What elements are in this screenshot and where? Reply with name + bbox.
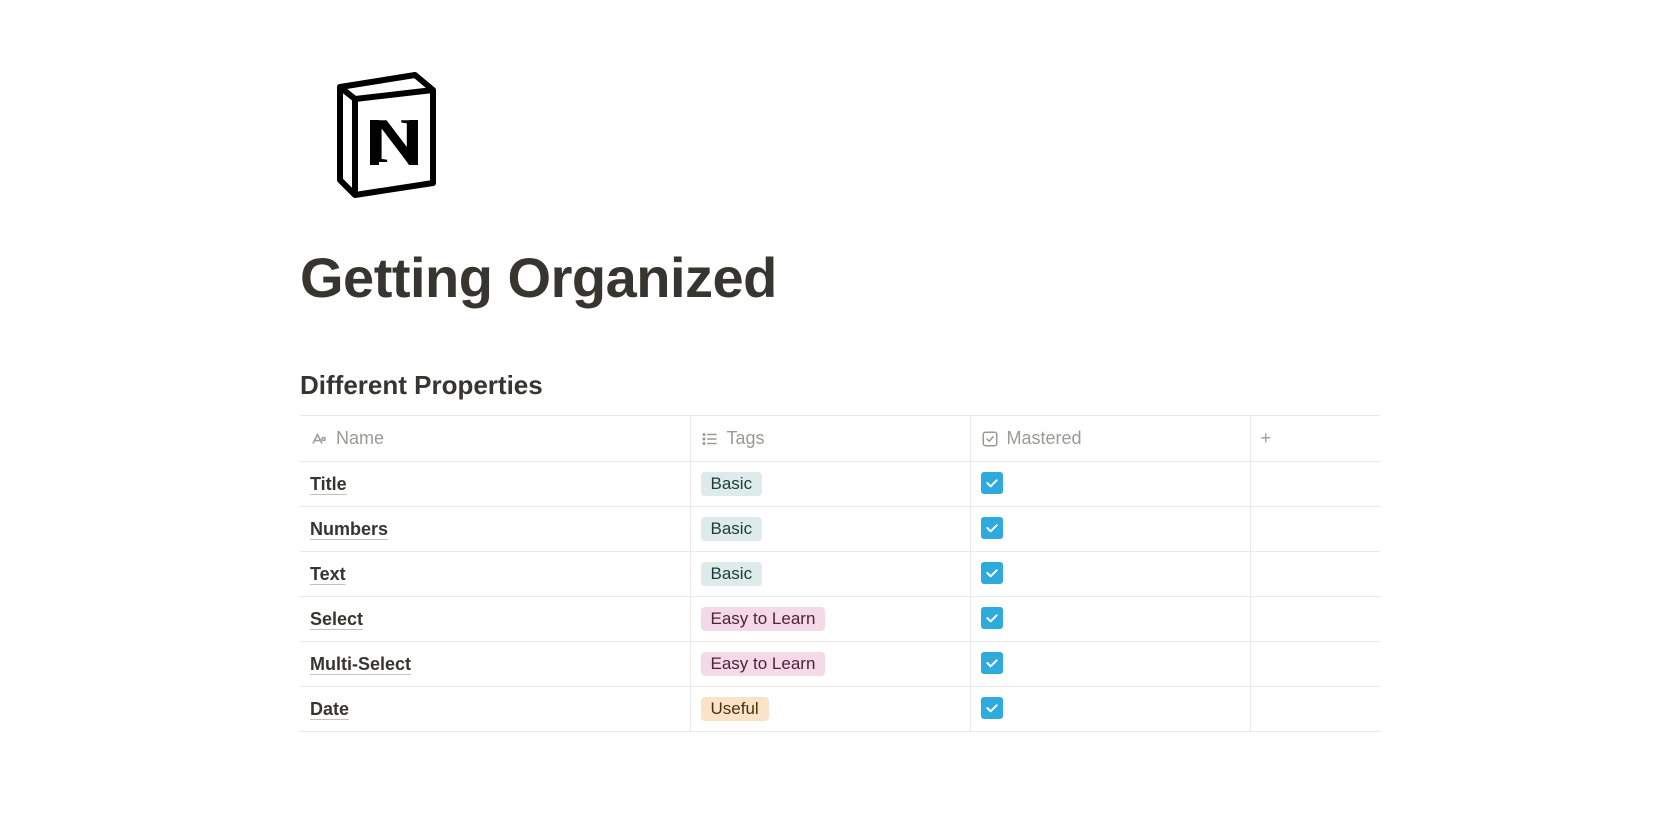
cell-name[interactable]: Text	[300, 552, 690, 597]
table-row: Numbers Basic	[300, 507, 1380, 552]
cell-tags[interactable]: Easy to Learn	[690, 642, 970, 687]
cell-name[interactable]: Title	[300, 462, 690, 507]
tag[interactable]: Basic	[701, 517, 763, 541]
cell-tags[interactable]: Useful	[690, 687, 970, 732]
cell-mastered[interactable]	[970, 597, 1250, 642]
table-header-row: Name Tags Mast	[300, 416, 1380, 462]
checkbox-checked[interactable]	[981, 607, 1003, 629]
cell-empty	[1250, 462, 1380, 507]
cell-mastered[interactable]	[970, 687, 1250, 732]
cell-mastered[interactable]	[970, 507, 1250, 552]
cell-mastered[interactable]	[970, 642, 1250, 687]
column-label: Name	[336, 428, 384, 449]
cell-tags[interactable]: Easy to Learn	[690, 597, 970, 642]
row-title[interactable]: Text	[310, 564, 346, 584]
table-row: Date Useful	[300, 687, 1380, 732]
cell-tags[interactable]: Basic	[690, 507, 970, 552]
checkbox-checked[interactable]	[981, 562, 1003, 584]
checkbox-checked[interactable]	[981, 652, 1003, 674]
database-table: Name Tags Mast	[300, 415, 1380, 732]
plus-icon: +	[1261, 428, 1272, 448]
title-icon	[310, 430, 328, 448]
cell-empty	[1250, 642, 1380, 687]
cell-empty	[1250, 687, 1380, 732]
cell-mastered[interactable]	[970, 462, 1250, 507]
column-header-name[interactable]: Name	[300, 416, 690, 462]
cell-name[interactable]: Multi-Select	[300, 642, 690, 687]
cell-mastered[interactable]	[970, 552, 1250, 597]
svg-text:N: N	[371, 106, 417, 176]
row-title[interactable]: Select	[310, 609, 363, 629]
column-header-tags[interactable]: Tags	[690, 416, 970, 462]
notion-logo-icon: N	[310, 60, 460, 210]
cell-tags[interactable]: Basic	[690, 552, 970, 597]
row-title[interactable]: Date	[310, 699, 349, 719]
cell-name[interactable]: Numbers	[300, 507, 690, 552]
database-title[interactable]: Different Properties	[300, 370, 1380, 401]
column-header-mastered[interactable]: Mastered	[970, 416, 1250, 462]
add-column-button[interactable]: +	[1250, 416, 1380, 462]
page-title[interactable]: Getting Organized	[300, 245, 1380, 310]
cell-name[interactable]: Select	[300, 597, 690, 642]
row-title[interactable]: Multi-Select	[310, 654, 411, 674]
tag[interactable]: Useful	[701, 697, 769, 721]
table-row: Title Basic	[300, 462, 1380, 507]
row-title[interactable]: Numbers	[310, 519, 388, 539]
tag[interactable]: Easy to Learn	[701, 607, 826, 631]
checkbox-checked[interactable]	[981, 472, 1003, 494]
cell-empty	[1250, 507, 1380, 552]
cell-empty	[1250, 597, 1380, 642]
cell-name[interactable]: Date	[300, 687, 690, 732]
cell-empty	[1250, 552, 1380, 597]
table-row: Multi-Select Easy to Learn	[300, 642, 1380, 687]
checkbox-checked[interactable]	[981, 697, 1003, 719]
table-row: Text Basic	[300, 552, 1380, 597]
tag[interactable]: Basic	[701, 472, 763, 496]
page-icon[interactable]: N	[310, 60, 1380, 215]
cell-tags[interactable]: Basic	[690, 462, 970, 507]
checkbox-icon	[981, 430, 999, 448]
table-row: Select Easy to Learn	[300, 597, 1380, 642]
row-title[interactable]: Title	[310, 474, 347, 494]
column-label: Tags	[727, 428, 765, 449]
column-label: Mastered	[1007, 428, 1082, 449]
tag[interactable]: Basic	[701, 562, 763, 586]
multiselect-icon	[701, 430, 719, 448]
tag[interactable]: Easy to Learn	[701, 652, 826, 676]
checkbox-checked[interactable]	[981, 517, 1003, 539]
